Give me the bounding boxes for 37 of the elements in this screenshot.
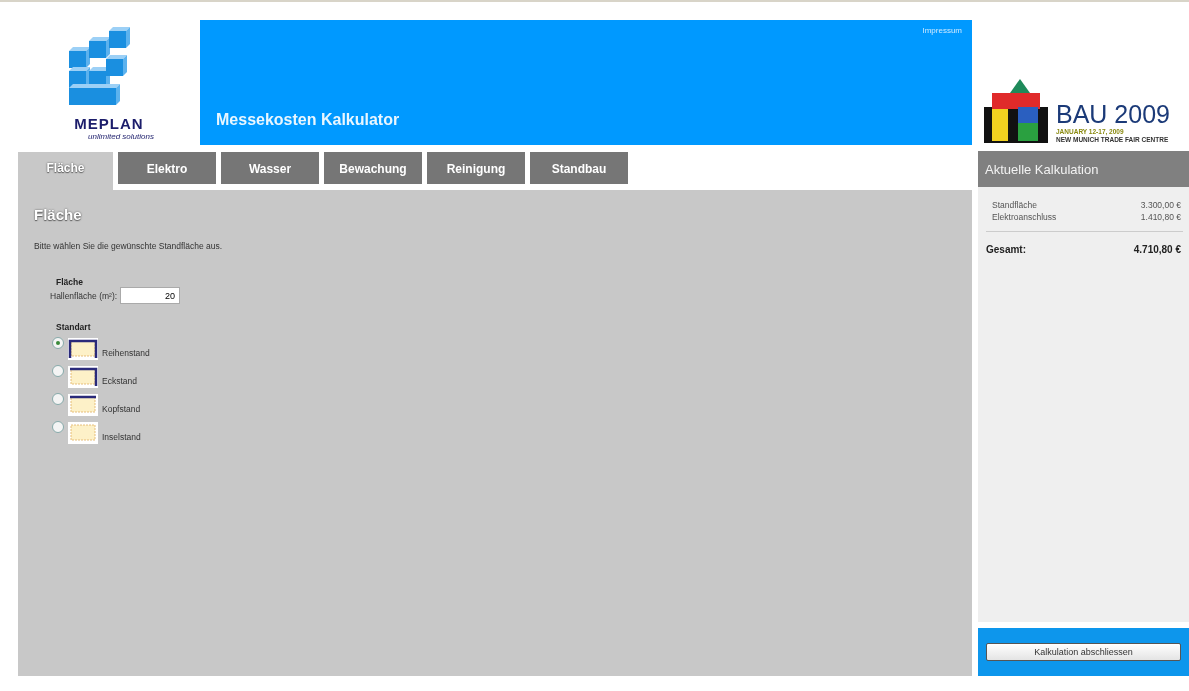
app-title: Messekosten Kalkulator xyxy=(216,111,401,129)
cost-amount: 1.410,80 € xyxy=(1140,211,1181,223)
stand-type-heading: Standart xyxy=(56,322,92,332)
area-heading: Fläche xyxy=(56,277,84,287)
tab[interactable]: Standbau xyxy=(530,152,628,184)
tab[interactable]: Bewachung xyxy=(324,152,422,184)
tab[interactable]: Reinigung xyxy=(427,152,525,184)
radio-button[interactable] xyxy=(52,337,64,349)
finish-button[interactable]: Kalkulation abschliessen xyxy=(986,643,1181,661)
summary-title: Aktuelle Kalkulation xyxy=(978,151,1189,187)
building-blocks-icon xyxy=(984,79,1048,143)
cost-amount: 3.300,00 € xyxy=(1140,199,1181,211)
option-label: Eckstand xyxy=(102,376,137,386)
tab[interactable]: Elektro xyxy=(118,152,216,184)
brand-tagline: unlimited solutions xyxy=(88,132,154,141)
cost-label: Standfläche xyxy=(992,199,1037,211)
radio-button[interactable] xyxy=(52,365,64,377)
option-label: Reihenstand xyxy=(102,348,150,358)
stand-layout-icon xyxy=(68,422,98,444)
cost-label: Elektroanschluss xyxy=(992,211,1057,223)
stand-layout-icon xyxy=(68,338,98,360)
option-label: Inselstand xyxy=(102,432,141,442)
section-heading: Fläche xyxy=(34,206,82,223)
stand-layout-icon xyxy=(68,366,98,388)
area-label: Hallenfläche (m²): xyxy=(50,290,118,301)
total-amount: 4.710,80 € xyxy=(1133,244,1181,255)
intro-text: Bitte wählen Sie die gewünschte Standfläche aus. xyxy=(34,241,224,251)
stand-layout-icon xyxy=(68,394,98,416)
total-label: Gesamt: xyxy=(986,244,1026,255)
radio-button[interactable] xyxy=(52,421,64,433)
brand-name: MEPLAN xyxy=(74,115,144,132)
radio-button[interactable] xyxy=(52,393,64,405)
event-name: BAU 2009 xyxy=(1056,102,1170,127)
impressum-link[interactable]: Impressum xyxy=(922,26,962,35)
option-label: Kopfstand xyxy=(102,404,141,414)
tab[interactable]: Wasser xyxy=(221,152,319,184)
area-input[interactable]: 20 xyxy=(120,287,181,304)
